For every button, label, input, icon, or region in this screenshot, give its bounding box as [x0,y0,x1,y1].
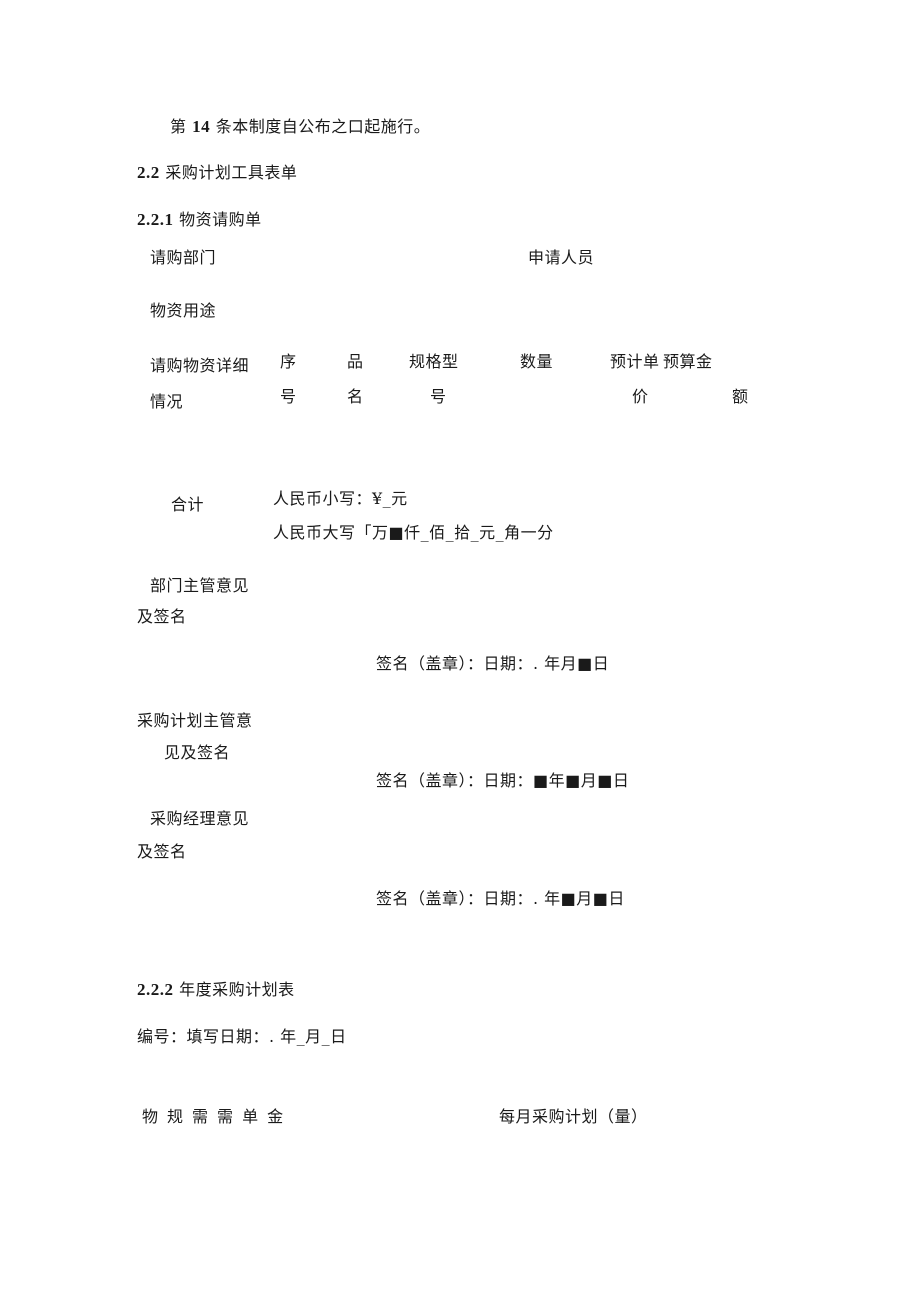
dept-manager-opinion-label: 部门主管意见 [150,576,250,595]
rmb-lowercase: 人民币小写：¥_元 [273,489,408,508]
plan-header-demand-1: 需 [192,1107,218,1126]
plan-header-columns: 物规需需单金 [142,1107,284,1127]
article-text: 条本制度自公布之口起施行。 [215,117,431,136]
section-title: 年度采购计划表 [179,980,295,999]
plan-header-spec: 规 [167,1107,193,1126]
purchasing-manager-signature-line: 签名（盖章）：日期：. 年■月■日 [376,889,625,908]
dept-manager-signature-line: 签名（盖章）：日期：. 年月■日 [376,654,610,673]
column-header-budget-line2: 额 [732,387,749,406]
column-header-serial-line2: 号 [280,387,297,406]
dept-manager-opinion-label-line2: 及签名 [137,607,187,626]
plan-meta-line: 编号：填写日期：. 年_月_日 [137,1027,347,1046]
purpose-label: 物资用途 [150,301,217,320]
plan-manager-signature-line: 签名（盖章）：日期：■年■月■日 [376,771,630,790]
monthly-plan-header: 每月采购计划（量） [499,1107,648,1126]
plan-header-amount: 金 [267,1107,284,1126]
plan-header-demand-2: 需 [217,1107,243,1126]
applicant-label: 申请人员 [528,248,595,267]
section-title: 物资请购单 [179,210,262,229]
detail-label-line2: 情况 [150,392,184,411]
plan-header-material: 物 [142,1107,168,1126]
section-number: 2.2 [137,163,160,182]
plan-manager-opinion-label-line2: 见及签名 [164,743,231,762]
column-header-spec-line2: 号 [430,387,447,406]
detail-label-line1: 请购物资详细 [150,356,250,375]
column-header-quantity: 数量 [520,352,554,371]
plan-header-unit: 单 [242,1107,268,1126]
plan-manager-opinion-label: 采购计划主管意 [137,711,253,730]
section-heading-2-2: 2.2 采购计划工具表单 [137,163,297,183]
column-header-unit-price-line2: 价 [632,387,649,406]
column-header-name-line2: 名 [347,387,364,406]
purchasing-manager-opinion-label: 采购经理意见 [150,809,250,828]
column-header-unit-price: 预计单 [610,352,660,371]
article-number: 14 [192,117,211,136]
section-number: 2.2.2 [137,980,174,999]
article-prefix: 第 [170,117,187,136]
column-header-serial: 序 [280,352,297,371]
column-header-spec: 规格型 [409,352,459,371]
section-title: 采购计划工具表单 [165,163,298,182]
column-header-budget: 预算金 [663,352,713,371]
total-label: 合计 [171,495,205,514]
dept-label: 请购部门 [150,248,217,267]
article-14: 第 14 条本制度自公布之口起施行。 [170,117,430,137]
rmb-uppercase: 人民币大写「万■仟_佰_拾_元_角一分 [273,523,554,542]
section-heading-2-2-1: 2.2.1 物资请购单 [137,210,262,230]
section-number: 2.2.1 [137,210,174,229]
column-header-name: 品 [347,352,364,371]
purchasing-manager-opinion-label-line2: 及签名 [137,842,187,861]
section-heading-2-2-2: 2.2.2 年度采购计划表 [137,980,295,1000]
